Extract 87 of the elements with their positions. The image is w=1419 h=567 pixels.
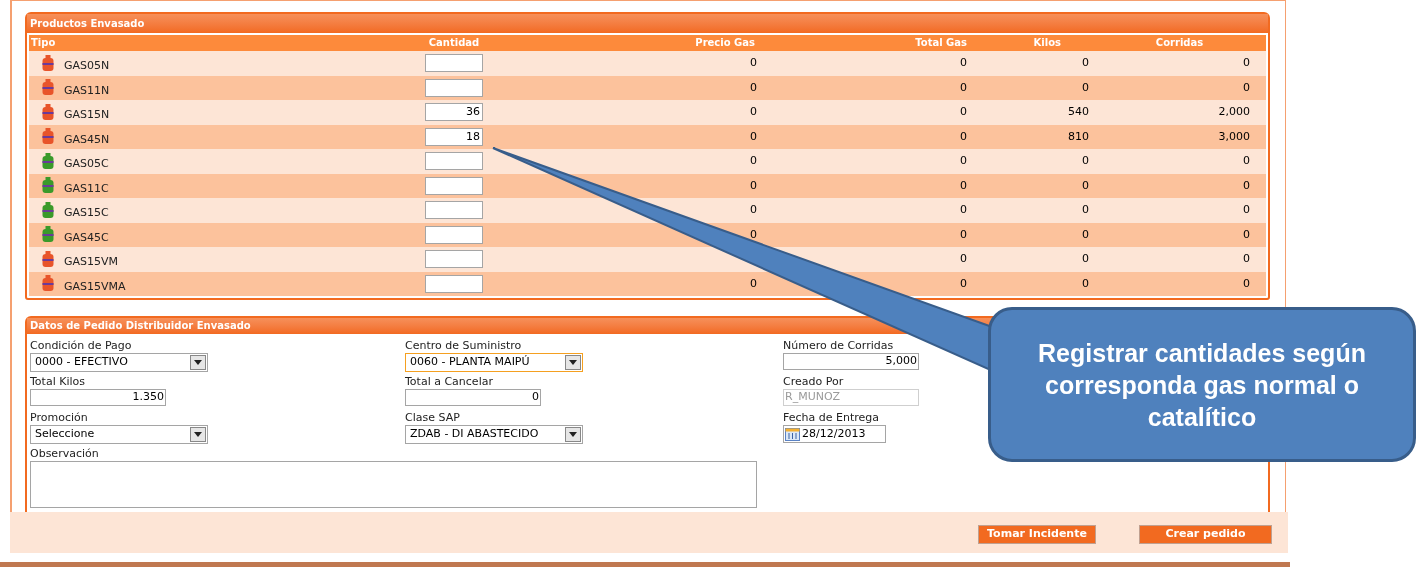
- table-cell-text: 0: [749, 55, 758, 71]
- text-field[interactable]: 5,000: [783, 353, 919, 370]
- table-cell-text: 0: [1242, 226, 1251, 243]
- table-cell-text: 0: [749, 104, 758, 120]
- column-header: Total Gas: [914, 36, 968, 50]
- table-cell-text: 0: [959, 79, 968, 96]
- table-cell-text: 0: [959, 55, 968, 71]
- quantity-field[interactable]: [425, 201, 483, 220]
- quantity-field[interactable]: [425, 54, 483, 73]
- column-header: Kilos: [1032, 36, 1062, 50]
- table-cell-text: 0: [1242, 79, 1251, 96]
- table-cell-text: 0: [959, 202, 968, 218]
- observation-textarea[interactable]: [30, 461, 757, 508]
- column-header: Corridas: [1154, 36, 1205, 50]
- product-code: GAS15VMA: [64, 278, 126, 295]
- table-cell-text: 0: [749, 153, 758, 169]
- field-label: Observación: [30, 446, 100, 461]
- dropdown[interactable]: 0000 - EFECTIVO: [30, 353, 208, 372]
- field-label: Centro de Suministro: [405, 338, 522, 353]
- quantity-field[interactable]: 36: [425, 103, 483, 122]
- text-field[interactable]: 0: [405, 389, 541, 406]
- table-cell-text: 0: [1242, 251, 1251, 267]
- product-code: GAS05C: [64, 156, 109, 172]
- product-code: GAS15C: [64, 205, 109, 221]
- column-header: Tipo: [30, 36, 57, 50]
- table-cell-text: 3,000: [1217, 128, 1251, 145]
- product-code: GAS45N: [64, 131, 110, 148]
- table-cell-text: 0: [959, 251, 968, 267]
- table-cell-text: 0: [1242, 177, 1251, 194]
- table-cell-text: 0: [959, 128, 968, 145]
- quantity-field[interactable]: [425, 78, 483, 97]
- table-cell-text: 0: [749, 128, 758, 145]
- product-code: GAS15N: [64, 107, 110, 123]
- field-label: Número de Corridas: [783, 338, 894, 353]
- product-code: GAS11N: [64, 82, 110, 99]
- field-label: Condición de Pago: [30, 338, 132, 353]
- dropdown[interactable]: Seleccione: [30, 425, 208, 444]
- table-cell-text: 0: [959, 275, 968, 292]
- field-label: Clase SAP: [405, 410, 460, 425]
- table-cell-text: 2,000: [1217, 104, 1251, 120]
- table-cell-text: 0: [749, 275, 758, 292]
- text-field[interactable]: 1.350: [30, 389, 166, 406]
- field-label: Promoción: [30, 410, 88, 425]
- quantity-field[interactable]: 18: [425, 127, 483, 146]
- table-cell-text: 0: [1242, 275, 1251, 292]
- table-cell-text: 0: [1081, 55, 1090, 71]
- column-header: Precio Gas: [694, 36, 756, 50]
- dropdown[interactable]: 0060 - PLANTA MAIPÚ: [405, 353, 583, 372]
- product-code: GAS45C: [64, 229, 109, 246]
- quantity-field[interactable]: [425, 274, 483, 293]
- table-cell-text: 0: [959, 226, 968, 243]
- field-label: Creado Por: [783, 374, 844, 389]
- quantity-field[interactable]: [425, 152, 483, 171]
- quantity-field[interactable]: [425, 176, 483, 195]
- table-cell-text: 0: [1081, 275, 1090, 292]
- table-cell-text: 0: [1242, 202, 1251, 218]
- dropdown[interactable]: ZDAB - DI ABASTECIDO: [405, 425, 583, 444]
- field-label: Fecha de Entrega: [783, 410, 879, 425]
- table-cell-text: 0: [1081, 226, 1090, 243]
- table-cell-text: 0: [1242, 55, 1251, 71]
- table-cell-text: 0: [959, 177, 968, 194]
- table-cell-text: 810: [1067, 128, 1090, 145]
- panel-title: Productos Envasado: [27, 14, 1268, 33]
- calendar-icon[interactable]: [785, 427, 800, 441]
- product-code: GAS11C: [64, 180, 109, 197]
- table-cell-text: 0: [1081, 153, 1090, 169]
- table-cell-text: 0: [749, 202, 758, 218]
- field-label: Total Kilos: [30, 374, 85, 389]
- table-cell-text: 0: [1081, 251, 1090, 267]
- date-field[interactable]: 28/12/2013: [783, 425, 886, 443]
- table-cell-text: 0: [1242, 153, 1251, 169]
- table-cell-text: 540: [1067, 104, 1090, 120]
- quantity-field[interactable]: [425, 225, 483, 244]
- table-cell-text: 0: [1081, 177, 1090, 194]
- column-header: Cantidad: [427, 36, 481, 50]
- table-cell-text: 0: [959, 153, 968, 169]
- table-cell-text: 0: [959, 104, 968, 120]
- product-code: GAS15VM: [64, 254, 119, 270]
- table-cell-text: 0: [749, 177, 758, 194]
- quantity-field[interactable]: [425, 250, 483, 269]
- field-label: Total a Cancelar: [405, 374, 493, 389]
- product-code: GAS05N: [64, 58, 110, 74]
- callout: Registrar cantidades según corresponda gas normal o catalítico: [988, 307, 1416, 462]
- table-cell-text: 0: [749, 226, 758, 243]
- table-cell-text: 0: [1081, 202, 1090, 218]
- table-cell-text: 0: [749, 79, 758, 96]
- table-cell-text: 0: [1081, 79, 1090, 96]
